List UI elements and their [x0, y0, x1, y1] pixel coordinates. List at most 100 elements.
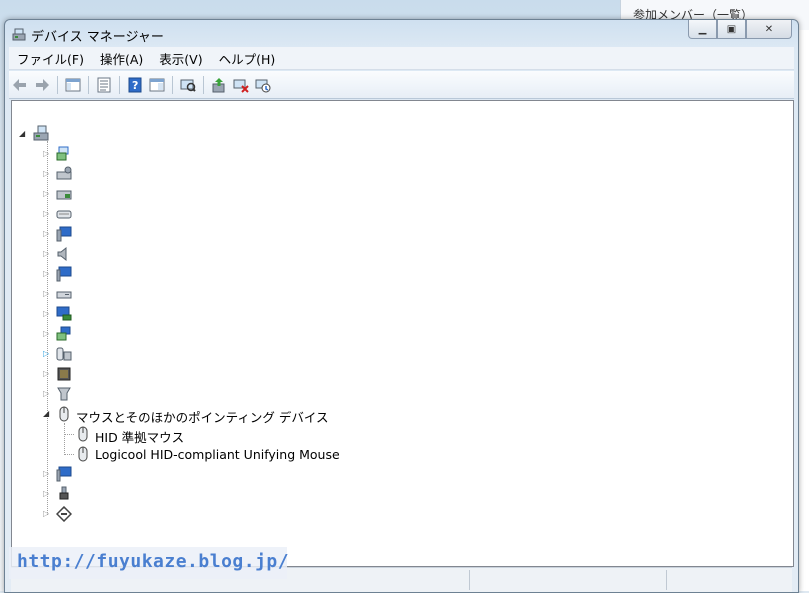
watermark-text: http://fuyukaze.blog.jp/: [17, 551, 290, 572]
disable-icon[interactable]: [253, 75, 273, 95]
expand-icon[interactable]: ▷: [43, 470, 51, 478]
menu-bar: ファイル(F) 操作(A) 表示(V) ヘルプ(H): [9, 47, 794, 70]
expand-icon[interactable]: ▷: [43, 390, 51, 398]
network-icon: [56, 326, 72, 342]
expand-icon[interactable]: ▷: [43, 370, 51, 378]
minimize-button[interactable]: ▁: [688, 20, 717, 39]
toolbar-separator: [172, 75, 173, 94]
device-manager-icon: [11, 26, 27, 42]
expand-icon[interactable]: ▷: [43, 190, 51, 198]
sound-icon: [56, 246, 72, 262]
tree-category-3[interactable]: ▷: [12, 185, 772, 203]
expand-icon[interactable]: ▷: [43, 150, 51, 158]
ide-controller-icon: [56, 386, 72, 402]
usb-icon: [56, 486, 72, 502]
device-tree[interactable]: ◢ ▷ ▷ ▷ ▷ ▷ ▷ ▷ ▷ ▷ ▷ ▷ ▷ ▷ ◢ マウスとそのほかのポインティング デバイス HID…: [11, 100, 794, 567]
expand-icon[interactable]: ▷: [43, 270, 51, 278]
update-driver-icon[interactable]: [209, 75, 229, 95]
processor-icon: [56, 366, 72, 382]
status-separator: [469, 570, 470, 590]
expand-icon[interactable]: ▷: [43, 170, 51, 178]
collapse-icon[interactable]: ◢: [43, 410, 51, 418]
action-pane-icon[interactable]: [147, 75, 167, 95]
expand-icon[interactable]: ▷: [43, 330, 51, 338]
show-hide-tree-icon[interactable]: [63, 75, 83, 95]
expand-icon[interactable]: ▷: [43, 230, 51, 238]
toolbar-separator: [57, 75, 58, 94]
maximize-button[interactable]: ▣: [717, 20, 746, 39]
display-adapter-icon: [56, 306, 72, 322]
menu-action[interactable]: 操作(A): [92, 49, 151, 68]
dvd-drive-icon: [56, 286, 72, 302]
tree-line: [65, 454, 74, 455]
tree-category-5[interactable]: ▷: [12, 225, 772, 243]
toolbar-separator: [119, 75, 120, 94]
tree-category-15[interactable]: ▷: [12, 465, 772, 483]
expand-icon[interactable]: ▷: [43, 250, 51, 258]
window-title: デバイス マネージャー: [31, 30, 164, 45]
tree-category-11[interactable]: ▷: [12, 345, 772, 363]
mouse-icon: [75, 446, 91, 462]
mouse-icon: [75, 426, 91, 442]
svg-text:?: ?: [132, 79, 138, 92]
tree-category-10[interactable]: ▷: [12, 325, 772, 343]
menu-help[interactable]: ヘルプ(H): [211, 49, 284, 68]
menu-view[interactable]: 表示(V): [151, 49, 210, 68]
tree-category-14[interactable]: ◢ マウスとそのほかのポインティング デバイス: [12, 405, 772, 425]
expand-icon[interactable]: ▷: [43, 290, 51, 298]
tree-category-12[interactable]: ▷: [12, 365, 772, 383]
properties-icon[interactable]: [94, 75, 114, 95]
back-icon[interactable]: [10, 75, 30, 95]
toolbar-separator: [88, 75, 89, 94]
tree-category-9[interactable]: ▷: [12, 305, 772, 323]
disk-drive-icon: [56, 166, 72, 182]
tree-category-2[interactable]: ▷: [12, 165, 772, 183]
expand-icon[interactable]: ▷: [43, 310, 51, 318]
mouse-icon: [56, 406, 72, 422]
expand-icon[interactable]: ▷: [43, 350, 51, 358]
storage-controller-icon: [56, 186, 72, 202]
tree-category-label: マウスとそのほかのポインティング デバイス: [76, 410, 329, 425]
computer-icon: [56, 226, 72, 242]
tree-category-6[interactable]: ▷: [12, 245, 772, 263]
tree-category-17[interactable]: ▷: [12, 505, 772, 523]
toolbar-separator: [203, 75, 204, 94]
computer-root-icon[interactable]: [33, 125, 49, 141]
expand-icon[interactable]: ▷: [43, 210, 51, 218]
network-adapter-icon: [56, 146, 72, 162]
status-separator: [666, 570, 667, 590]
title-bar[interactable]: デバイス マネージャー ▁ ▣ ✕: [5, 20, 798, 46]
tree-device-item[interactable]: HID 準拠マウス: [12, 425, 772, 445]
uninstall-icon[interactable]: [231, 75, 251, 95]
tree-device-label: Logicool HID-compliant Unifying Mouse: [95, 447, 340, 462]
tree-category-13[interactable]: ▷: [12, 385, 772, 403]
system-device-icon: [55, 505, 73, 523]
close-icon: ✕: [764, 23, 774, 35]
tree-device-item[interactable]: Logicool HID-compliant Unifying Mouse: [12, 445, 772, 463]
device-manager-window: デバイス マネージャー ▁ ▣ ✕ ファイル(F) 操作(A) 表示(V) ヘル…: [4, 19, 799, 593]
keyboard-icon: [56, 206, 72, 222]
close-button[interactable]: ✕: [746, 20, 792, 39]
expand-icon[interactable]: ▷: [43, 490, 51, 498]
root-collapse-icon[interactable]: ◢: [19, 130, 27, 138]
tree-category-4[interactable]: ▷: [12, 205, 772, 223]
scan-hardware-icon[interactable]: [178, 75, 198, 95]
monitor-icon: [56, 266, 72, 282]
toolbar: ?: [9, 71, 794, 99]
tree-line: [65, 434, 74, 435]
tree-category-8[interactable]: ▷: [12, 285, 772, 303]
hid-icon: [56, 346, 72, 362]
tree-category-7[interactable]: ▷: [12, 265, 772, 283]
forward-icon[interactable]: [32, 75, 52, 95]
restore-icon: ▣: [726, 23, 737, 35]
watermark: http://fuyukaze.blog.jp/: [9, 547, 290, 579]
menu-file[interactable]: ファイル(F): [9, 49, 92, 68]
tree-category-1[interactable]: ▷: [12, 145, 772, 163]
caption-buttons: ▁ ▣ ✕: [688, 20, 792, 39]
monitor-icon: [56, 466, 72, 482]
tree-category-16[interactable]: ▷: [12, 485, 772, 503]
help-icon[interactable]: ?: [125, 75, 145, 95]
tree-device-label: HID 準拠マウス: [95, 430, 185, 445]
minimize-icon: ▁: [698, 23, 707, 35]
expand-icon[interactable]: ▷: [43, 510, 51, 518]
